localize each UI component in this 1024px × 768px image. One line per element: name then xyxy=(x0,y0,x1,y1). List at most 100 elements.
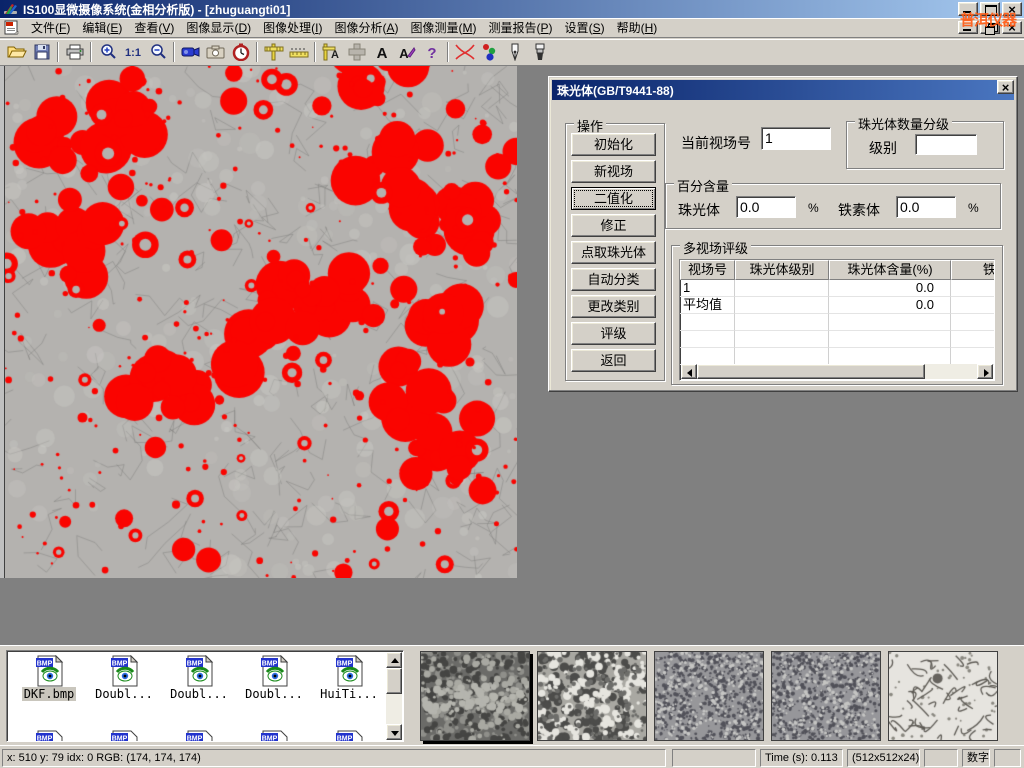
thumbnail-item[interactable] xyxy=(771,651,881,741)
scroll-up-icon[interactable] xyxy=(386,652,402,668)
file-item[interactable]: BMP Doubl... xyxy=(163,655,235,701)
table-row[interactable]: 1 0.0 xyxy=(680,280,995,297)
thumbnail-item[interactable] xyxy=(654,651,764,741)
binarize-button[interactable]: 二值化 xyxy=(571,187,656,210)
ruler-icon[interactable] xyxy=(286,40,311,64)
file-item[interactable]: BMP HuiTi... xyxy=(313,655,385,701)
file-item[interactable]: BMP xyxy=(88,730,160,742)
annotate-icon[interactable]: A xyxy=(394,40,419,64)
scroll-left-icon[interactable] xyxy=(681,364,697,379)
scrollbar-thumb[interactable] xyxy=(386,668,402,694)
new-field-button[interactable]: 新视场 xyxy=(571,160,656,183)
file-name: Doubl... xyxy=(168,687,230,701)
file-item[interactable]: BMP Doubl... xyxy=(238,655,310,701)
file-item[interactable]: BMP xyxy=(313,730,385,742)
pearlite-percent-input[interactable]: 0.0 xyxy=(736,196,796,218)
menu-file[interactable]: 文件F xyxy=(25,17,76,38)
measure-text-icon[interactable]: A xyxy=(319,40,344,64)
init-button[interactable]: 初始化 xyxy=(571,133,656,156)
file-item[interactable]: BMP xyxy=(238,730,310,742)
table-row[interactable] xyxy=(680,348,995,365)
auto-classify-button[interactable]: 自动分类 xyxy=(571,268,656,291)
micrograph-image[interactable] xyxy=(5,66,517,578)
menu-settings[interactable]: 设置S xyxy=(559,17,611,38)
actual-size-icon[interactable]: 1:1 xyxy=(120,40,145,64)
multifield-table[interactable]: 视场号 珠光体级别 珠光体含量(%) 铁素体含量(%) 1 0.0 平均值 0.… xyxy=(679,259,995,381)
table-horizontal-scrollbar[interactable] xyxy=(681,364,993,379)
file-item[interactable]: BMP Doubl... xyxy=(88,655,160,701)
scroll-right-icon[interactable] xyxy=(977,364,993,379)
return-button[interactable]: 返回 xyxy=(571,349,656,372)
save-icon[interactable] xyxy=(29,40,54,64)
video-capture-icon[interactable] xyxy=(178,40,203,64)
file-list-scrollbar[interactable] xyxy=(386,652,402,740)
document-icon[interactable] xyxy=(3,20,21,36)
help-icon[interactable]: ? xyxy=(419,40,444,64)
print-icon[interactable] xyxy=(62,40,87,64)
dialog-title: 珠光体(GB/T9441-88) xyxy=(557,82,674,99)
multifield-group-label: 多视场评级 xyxy=(680,238,751,257)
status-empty-1 xyxy=(672,749,756,767)
menu-edit[interactable]: 编辑E xyxy=(76,17,128,38)
svg-text:BMP: BMP xyxy=(112,736,128,743)
camera-capture-icon[interactable] xyxy=(203,40,228,64)
thumbnail-item[interactable] xyxy=(888,651,998,741)
file-item[interactable]: BMP xyxy=(163,730,235,742)
brush-icon[interactable] xyxy=(527,40,552,64)
col-pearlite-grade[interactable]: 珠光体级别 xyxy=(735,260,829,280)
menu-view[interactable]: 查看V xyxy=(128,17,180,38)
file-name: HuiTi... xyxy=(318,687,380,701)
svg-text:BMP: BMP xyxy=(187,661,203,668)
app-icon xyxy=(3,2,19,16)
current-field-input[interactable]: 1 xyxy=(761,127,831,150)
pick-pearlite-button[interactable]: 点取珠光体 xyxy=(571,241,656,264)
status-empty-3 xyxy=(994,749,1021,767)
particle-mark-icon[interactable] xyxy=(477,40,502,64)
dialog-close-button[interactable] xyxy=(997,80,1014,94)
table-row[interactable] xyxy=(680,331,995,348)
file-item[interactable]: BMP xyxy=(13,730,85,742)
dialog-title-bar[interactable]: 珠光体(GB/T9441-88) xyxy=(552,80,1014,100)
timer-icon[interactable] xyxy=(228,40,253,64)
col-field-no[interactable]: 视场号 xyxy=(680,260,735,280)
scrollbar-thumb[interactable] xyxy=(697,364,925,379)
thumbnail-1 xyxy=(421,652,529,740)
table-row[interactable]: 平均值 0.0 xyxy=(680,297,995,314)
ferrite-percent-input[interactable]: 0.0 xyxy=(896,196,956,218)
pen-icon[interactable] xyxy=(502,40,527,64)
zoom-in-icon[interactable] xyxy=(95,40,120,64)
file-name: Doubl... xyxy=(93,687,155,701)
col-pearlite-content[interactable]: 珠光体含量(%) xyxy=(829,260,951,280)
menu-image-display[interactable]: 图像显示D xyxy=(180,17,257,38)
svg-text:BMP: BMP xyxy=(112,661,128,668)
file-list[interactable]: BMP DKF.bmp BMP Doubl... BMP Doubl... BM… xyxy=(6,650,404,742)
table-row[interactable] xyxy=(680,314,995,331)
menu-measure-report[interactable]: 测量报告P xyxy=(483,17,559,38)
grid-cross-icon[interactable] xyxy=(344,40,369,64)
pearlite-unit: % xyxy=(808,201,819,215)
svg-text:1:1: 1:1 xyxy=(125,47,141,59)
scroll-down-icon[interactable] xyxy=(386,724,402,740)
menu-help[interactable]: 帮助H xyxy=(611,17,664,38)
thumbnail-item[interactable] xyxy=(420,651,530,741)
grade-button[interactable]: 评级 xyxy=(571,322,656,345)
grade-input[interactable] xyxy=(915,134,977,155)
change-class-button[interactable]: 更改类别 xyxy=(571,295,656,318)
menu-image-measure[interactable]: 图像测量M xyxy=(405,17,483,38)
curve-cut-icon[interactable] xyxy=(452,40,477,64)
col-ferrite-content[interactable]: 铁素体含量(%) xyxy=(951,260,995,280)
grade-label: 级别 xyxy=(869,138,897,158)
zoom-out-icon[interactable] xyxy=(145,40,170,64)
file-item[interactable]: BMP DKF.bmp xyxy=(13,655,85,701)
menu-image-processing[interactable]: 图像处理I xyxy=(257,17,328,38)
caliper-icon[interactable] xyxy=(261,40,286,64)
menu-image-analysis[interactable]: 图像分析A xyxy=(328,17,404,38)
menu-bar: 文件F 编辑E 查看V 图像显示D 图像处理I 图像分析A 图像测量M 测量报告… xyxy=(0,18,1024,38)
svg-text:BMP: BMP xyxy=(187,736,203,743)
status-time: Time (s): 0.113 xyxy=(760,749,843,767)
open-icon[interactable] xyxy=(4,40,29,64)
text-icon[interactable]: A xyxy=(369,40,394,64)
correct-button[interactable]: 修正 xyxy=(571,214,656,237)
svg-text:BMP: BMP xyxy=(262,661,278,668)
thumbnail-item[interactable] xyxy=(537,651,647,741)
